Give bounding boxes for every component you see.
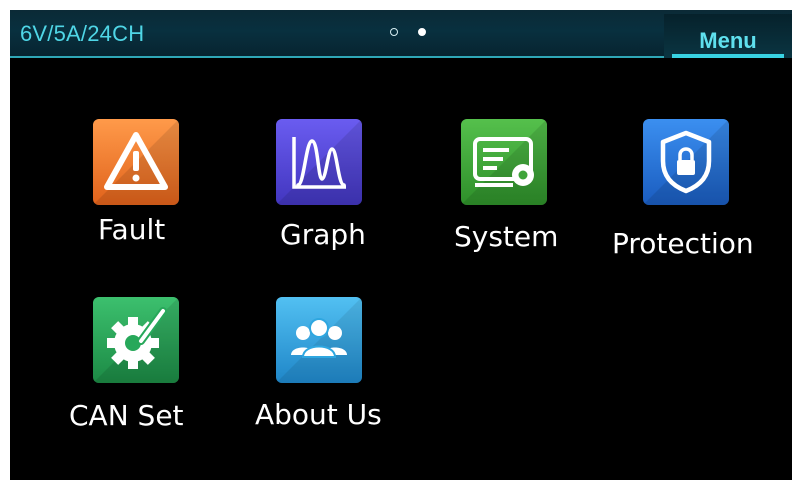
page-dot-1[interactable]	[390, 28, 398, 36]
page-dot-2[interactable]	[418, 28, 426, 36]
people-group-icon	[276, 297, 362, 383]
gear-pencil-icon	[93, 297, 179, 383]
menu-button[interactable]: Menu	[664, 14, 792, 58]
status-header: 6V/5A/24CH Menu	[10, 10, 792, 58]
tile-label-protection: Protection	[612, 227, 754, 260]
device-screen: 6V/5A/24CH Menu Fault Graph System Prote…	[10, 10, 792, 480]
tile-label-fault: Fault	[98, 213, 166, 246]
tile-label-system: System	[454, 220, 559, 253]
shield-lock-icon	[643, 119, 729, 205]
warning-triangle-icon	[93, 119, 179, 205]
tile-label-graph: Graph	[280, 218, 366, 251]
tile-label-about-us: About Us	[255, 398, 382, 431]
device-spec-title: 6V/5A/24CH	[20, 21, 145, 46]
menu-label: Menu	[699, 28, 757, 53]
menu-underline	[672, 54, 784, 58]
page-indicator	[390, 28, 426, 38]
system-settings-icon	[461, 119, 547, 205]
waveform-graph-icon	[276, 119, 362, 205]
tile-label-can-set: CAN Set	[69, 399, 184, 432]
